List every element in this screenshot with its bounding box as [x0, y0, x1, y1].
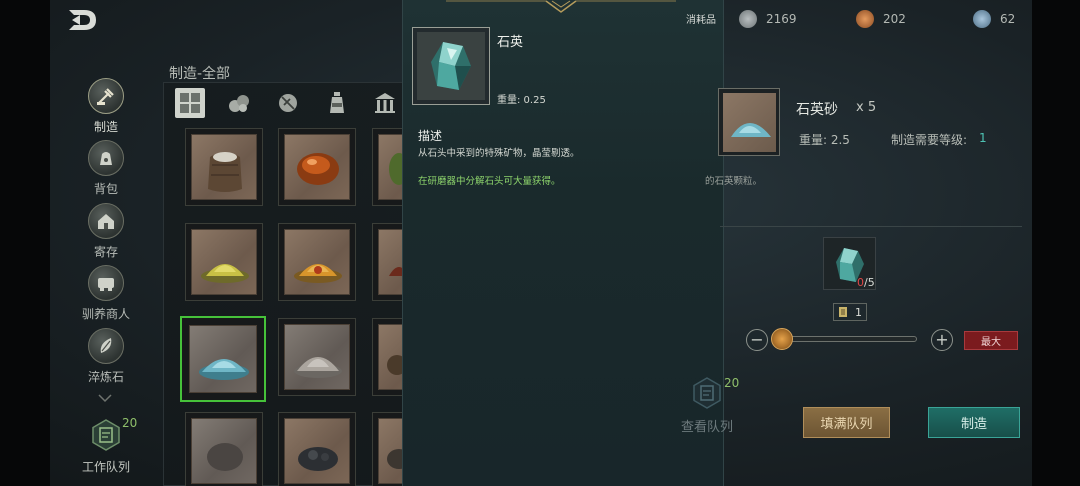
storage-icon — [88, 203, 124, 239]
recipe-cell[interactable] — [278, 223, 356, 301]
material-count: 0/5 — [857, 276, 875, 289]
sidebar-item-crafting[interactable]: 制造 — [70, 78, 142, 135]
tab-food[interactable] — [273, 88, 303, 118]
bottle-icon — [330, 92, 344, 113]
resource-value: 202 — [883, 12, 906, 26]
sidebar-item-label: 驯养商人 — [81, 307, 130, 321]
copper-coin-icon — [856, 10, 874, 28]
amount-value: 1 — [855, 305, 862, 319]
amber-icon — [297, 153, 339, 185]
required-level-value: 1 — [979, 131, 987, 145]
recipe-cell[interactable] — [278, 412, 356, 486]
resource-copper: 202 — [856, 10, 906, 28]
gravel-pile-icon — [294, 357, 342, 378]
sidebar-item-label: 背包 — [93, 182, 118, 196]
building-icon — [375, 93, 395, 113]
work-queue-icon — [92, 419, 120, 451]
resource-value: 62 — [1000, 12, 1016, 26]
panel-title: 制造-全部 — [169, 66, 231, 82]
slider-handle[interactable] — [771, 328, 793, 350]
coal-icon — [298, 447, 338, 471]
item-icon-frame — [412, 27, 490, 105]
back-arrow-icon — [69, 10, 96, 30]
fill-queue-button[interactable]: 填满队列 — [803, 407, 890, 438]
ornament-icon — [446, 0, 676, 13]
queue-hex-icon — [693, 377, 721, 409]
quartz-crystal-icon — [431, 42, 471, 90]
left-screen-edge — [0, 0, 50, 486]
tab-potions[interactable] — [322, 88, 352, 118]
required-level-label: 制造需要等级: — [891, 133, 968, 147]
silver-coin-icon — [739, 10, 757, 28]
blue-gem-icon — [973, 10, 991, 28]
product-name: 石英砂 — [796, 102, 838, 118]
chevron-down-icon[interactable] — [97, 393, 113, 403]
amount-icon — [839, 307, 847, 317]
work-queue-count: 20 — [122, 416, 138, 430]
craft-amount-display: 1 — [833, 303, 867, 321]
recipe-cell[interactable] — [278, 128, 356, 206]
increase-button[interactable]: + — [931, 329, 953, 351]
resource-silver: 2169 — [739, 10, 797, 28]
view-queue-count: 20 — [724, 376, 740, 390]
bag-icon — [88, 140, 124, 176]
product-icon-frame — [718, 88, 780, 156]
sulfur-pile-icon — [201, 264, 249, 283]
merchant-icon — [88, 265, 124, 301]
tab-buildings[interactable] — [370, 88, 400, 118]
description-text: 从石头中采到的特殊矿物，晶莹剔透。 — [418, 148, 580, 159]
recipe-cell[interactable] — [185, 412, 263, 486]
decrease-button[interactable]: − — [746, 329, 768, 351]
herb-icon — [279, 94, 297, 112]
recipe-cell[interactable] — [185, 128, 263, 206]
spice-pile-icon — [294, 264, 342, 283]
right-screen-edge — [1032, 0, 1080, 486]
divider — [720, 226, 1022, 227]
view-queue-button[interactable]: 20 查看队列 — [672, 376, 742, 435]
view-queue-label: 查看队列 — [680, 420, 733, 435]
work-queue-label: 工作队列 — [81, 460, 130, 474]
work-queue-button[interactable]: 20 工作队列 — [72, 416, 140, 475]
product-weight: 重量: 2.5 — [799, 133, 850, 147]
recipe-cell[interactable] — [278, 318, 356, 396]
craft-button[interactable]: 制造 — [928, 407, 1020, 438]
amount-slider[interactable] — [775, 336, 917, 342]
sack-icon — [208, 152, 242, 192]
stone-icon — [207, 443, 243, 471]
product-quantity: x 5 — [856, 100, 877, 115]
item-type-label: 消耗品 — [686, 15, 716, 26]
sidebar-item-bag[interactable]: 背包 — [70, 140, 142, 197]
quartz-sand-icon — [199, 359, 249, 380]
item-name: 石英 — [497, 35, 524, 50]
sidebar-item-merchant[interactable]: 驯养商人 — [70, 265, 142, 322]
recipe-cell[interactable] — [185, 223, 263, 301]
crafting-icon — [88, 78, 124, 114]
resource-value: 2169 — [766, 12, 797, 26]
recipe-cell-selected[interactable] — [180, 316, 266, 402]
product-description: 的石英颗粒。 — [705, 176, 763, 187]
source-hint-text: 在研磨器中分解石头可大量获得。 — [418, 176, 561, 187]
tab-all[interactable] — [175, 88, 205, 118]
tab-materials[interactable] — [224, 88, 254, 118]
crafting-screen: 制造 背包 寄存 驯养商人 淬炼石 20 工作队列 制造-全部 消耗品 石英 重… — [0, 0, 1080, 486]
resource-gem: 62 — [973, 10, 1015, 28]
sidebar-item-label: 淬炼石 — [87, 370, 124, 384]
ore-icon — [229, 95, 249, 112]
refine-stone-icon — [88, 328, 124, 364]
max-button[interactable]: 最大 — [964, 331, 1018, 350]
item-weight: 重量: 0.25 — [497, 95, 546, 106]
material-have: 0 — [857, 276, 864, 289]
back-button[interactable] — [66, 6, 100, 34]
sidebar-item-label: 寄存 — [93, 245, 118, 259]
description-heading: 描述 — [418, 129, 443, 143]
material-need: /5 — [864, 276, 875, 289]
sidebar-item-refine-stone[interactable]: 淬炼石 — [70, 328, 142, 385]
sidebar-item-storage[interactable]: 寄存 — [70, 203, 142, 260]
grid-icon — [180, 93, 200, 113]
quartz-sand-icon — [731, 123, 771, 137]
sidebar-item-label: 制造 — [93, 120, 118, 134]
